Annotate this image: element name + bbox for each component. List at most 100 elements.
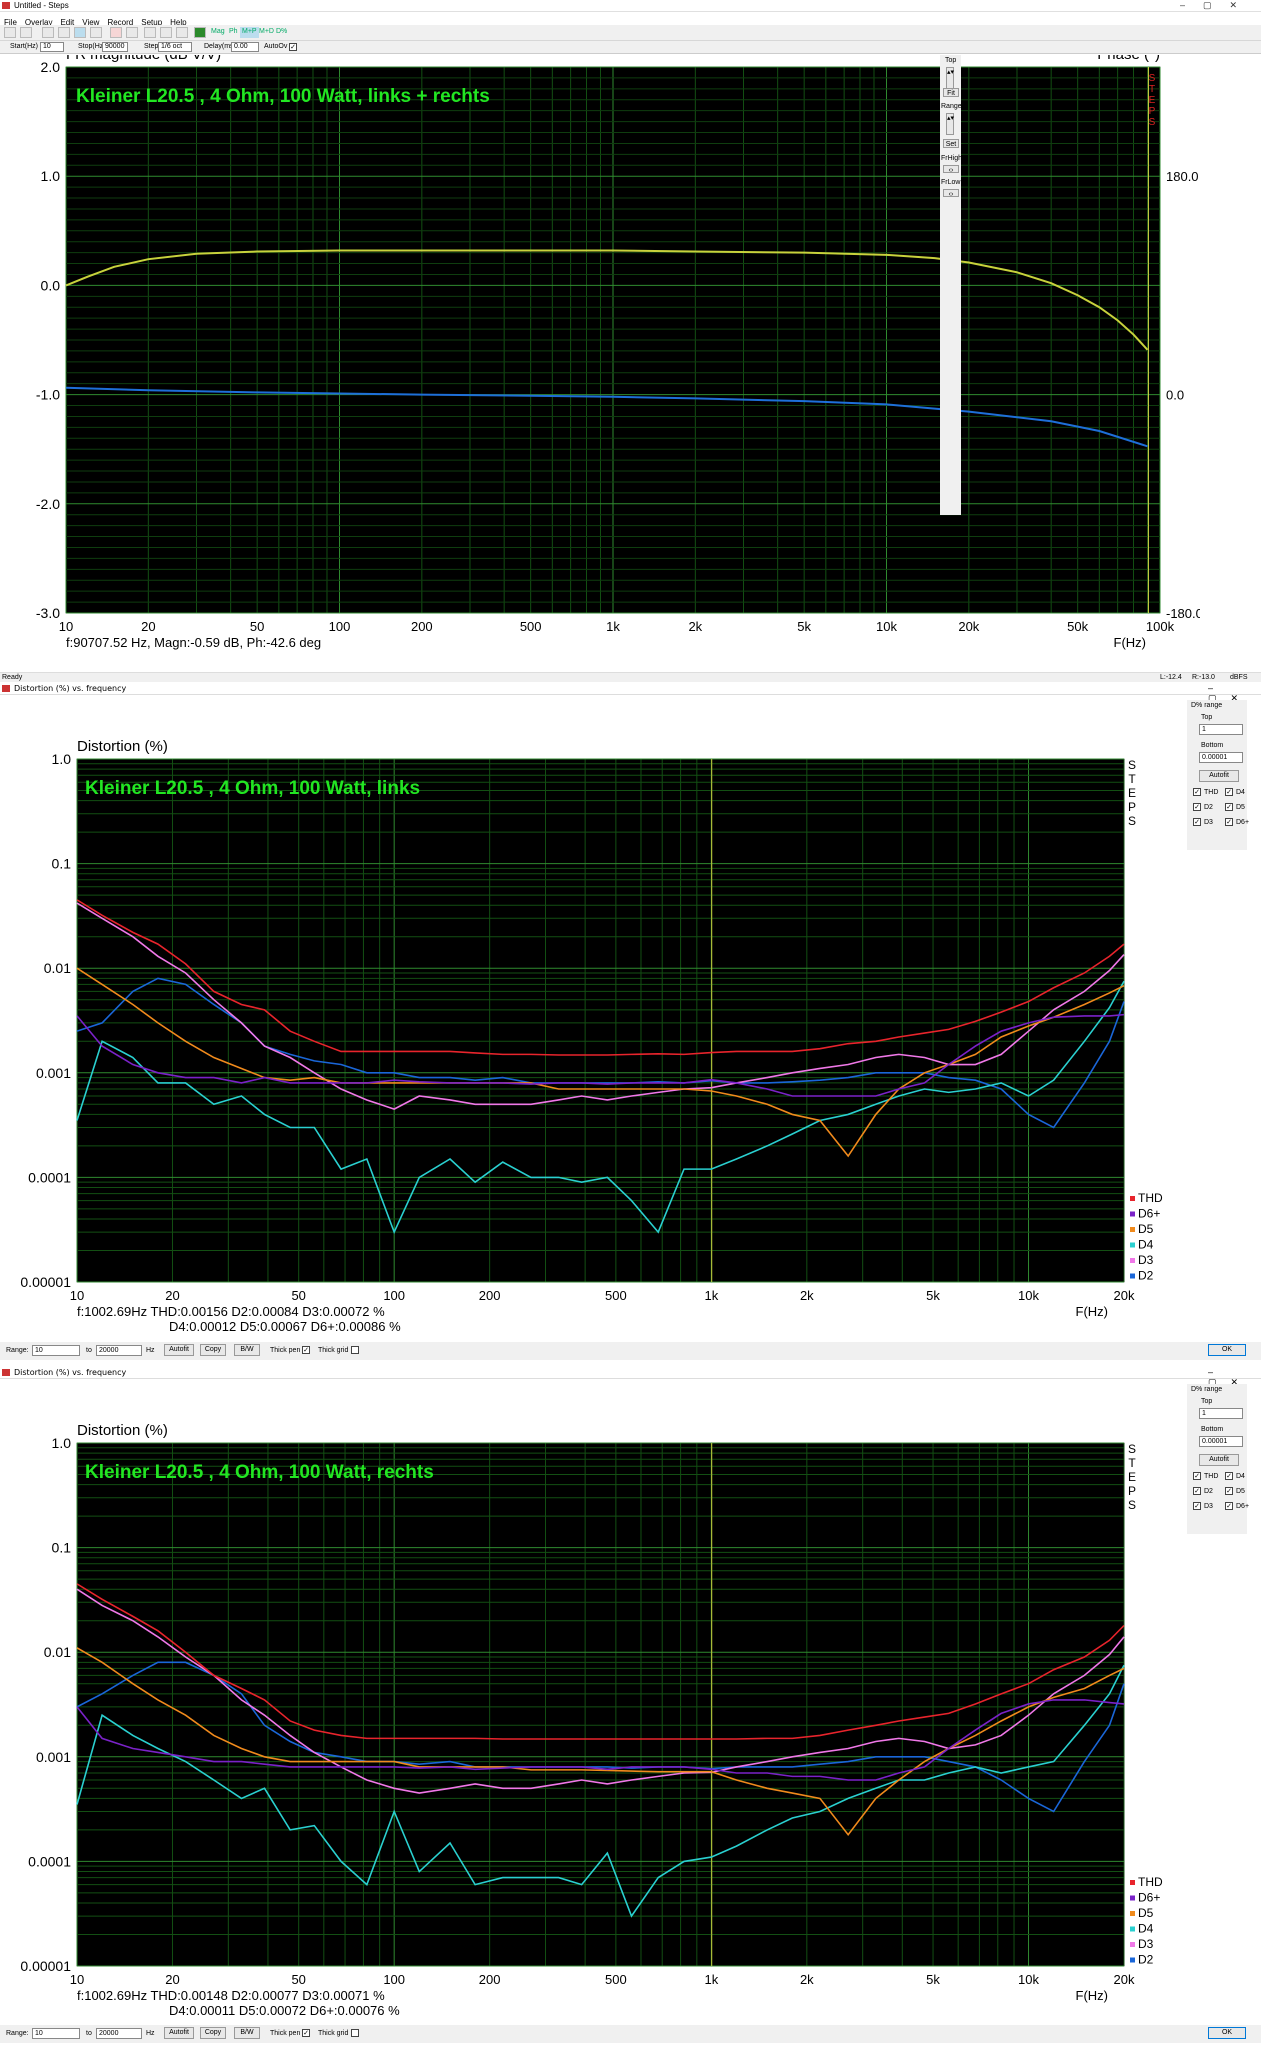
dist-left-check-d6plus-checkbox[interactable]: ✓ [1225, 818, 1233, 826]
dist-left-top-label: Top [1201, 714, 1213, 721]
mag-phase-button[interactable]: M+P [240, 27, 259, 38]
frhigh-spinner[interactable]: ‹› [943, 165, 959, 174]
dist-right-range-from-select[interactable]: 10 [32, 2028, 80, 2039]
cursor-icon[interactable] [58, 27, 70, 38]
dist-right-bw-button[interactable]: B/W [234, 2027, 260, 2039]
dist-right-range-to-select[interactable]: 20000 [96, 2028, 142, 2039]
fr-x-unit: F(Hz) [1114, 635, 1147, 650]
dist-right-x-tick-label: 500 [605, 1972, 627, 1987]
fr-cursor-readout: f:90707.52 Hz, Magn:-0.59 dB, Ph:-42.6 d… [66, 635, 321, 650]
dist-left-top-select[interactable]: 1 [1199, 724, 1243, 735]
dist-right-check-d3-checkbox[interactable]: ✓ [1193, 1502, 1201, 1510]
dist-right-x-tick-label: 10k [1018, 1972, 1039, 1987]
dist-left-ok-button[interactable]: OK [1208, 1344, 1246, 1356]
dist-left-range-to-select[interactable]: 20000 [96, 1345, 142, 1356]
dist-right-thickpen-checkbox[interactable]: ✓ [302, 2029, 310, 2037]
autoov-checkbox[interactable]: ✓ [289, 43, 297, 51]
top-spinner[interactable]: ▴▾ [946, 67, 954, 89]
frlow-spinner[interactable]: ‹› [943, 189, 959, 198]
dist-left-check-d5-checkbox[interactable]: ✓ [1225, 803, 1233, 811]
dist-right-check-d2-label: D2 [1204, 1488, 1213, 1495]
dist-right-x-tick-label: 20 [165, 1972, 179, 1987]
dist-left-legend-swatch [1130, 1242, 1135, 1248]
dist-right-copy-button[interactable]: Copy [200, 2027, 226, 2039]
main-window: Untitled - Steps –▢✕ File Overlay Edit View… [0, 0, 1261, 54]
dist-right-check-thd-checkbox[interactable]: ✓ [1193, 1472, 1201, 1480]
fr-phase-tick-label: 180.0 [1166, 169, 1199, 184]
open-icon[interactable] [4, 27, 16, 38]
stop-icon[interactable] [126, 27, 138, 38]
mag-button[interactable]: Mag [209, 27, 227, 38]
dist-left-bw-button[interactable]: B/W [234, 1344, 260, 1356]
mode-icon[interactable] [74, 27, 86, 38]
dist-left-chart: 1.0 0.1 0.01 0.001 0.0001 0.0000110 20 50 100 200… [20, 738, 1163, 1334]
play-icon[interactable] [110, 27, 122, 38]
dist-left-thickpen-checkbox[interactable]: ✓ [302, 1346, 310, 1354]
dist-left-y-tick-label: 0.00001 [20, 1274, 71, 1290]
dist-left-autofit-button[interactable]: Autofit [1199, 770, 1239, 782]
dist-right-title-bar: Distortion (%) vs. frequency –▢✕ [0, 1367, 1261, 1387]
dist-left-check-d4-label: D4 [1236, 789, 1245, 796]
dist-percent-button[interactable]: D% [274, 27, 289, 38]
frlow-label: FrLow [941, 179, 961, 186]
stop-input[interactable]: 90000 [102, 42, 128, 52]
dist-left-thickgrid-checkbox[interactable] [351, 1346, 359, 1354]
dist-right-thickgrid-label: Thick grid [318, 2030, 349, 2037]
sweep-icon[interactable] [160, 27, 172, 38]
new-overlay-icon[interactable] [42, 27, 54, 38]
generator-icon[interactable] [144, 27, 156, 38]
main-toolbar: Mag Ph M+P M+D D% [0, 25, 1261, 41]
level-unit: dBFS [1230, 674, 1248, 681]
dist-left-check-thd-label: THD [1204, 789, 1219, 796]
dist-right-check-d6plus-checkbox[interactable]: ✓ [1225, 1502, 1233, 1510]
dist-right-readout-line1: f:1002.69Hz THD:0.00148 D2:0.00077 D3:0.… [77, 1988, 385, 2003]
fr-steps-letter: E [1149, 95, 1156, 106]
window-controls[interactable]: –▢✕ [1180, 0, 1255, 11]
dist-left-check-d4-checkbox[interactable]: ✓ [1225, 788, 1233, 796]
dist-left-check-d3-checkbox[interactable]: ✓ [1193, 818, 1201, 826]
dist-right-y-tick-label: 1.0 [52, 1435, 72, 1451]
range-spinner[interactable]: ▴▾ [946, 113, 954, 135]
dist-left-autofit-button[interactable]: Autofit [164, 1344, 194, 1356]
scope-icon[interactable] [176, 27, 188, 38]
dist-right-thickpen-label: Thick pen [270, 2030, 301, 2037]
dist-left-x-tick-label: 1k [704, 1288, 718, 1303]
dist-right-ok-button[interactable]: OK [1208, 2027, 1246, 2039]
delay-input[interactable]: 0.00 [231, 42, 259, 52]
dist-right-x-tick-label: 200 [479, 1972, 501, 1987]
dist-right-x-tick-label: 50 [291, 1972, 305, 1987]
dist-left-range-from-select[interactable]: 10 [32, 1345, 80, 1356]
dist-right-check-d2-checkbox[interactable]: ✓ [1193, 1487, 1201, 1495]
dist-right-legend-label: THD [1138, 1875, 1163, 1889]
dist-left-check-d3-label: D3 [1204, 819, 1213, 826]
dist-left-bottom-select[interactable]: 0.00001 [1199, 752, 1243, 763]
fr-x-tick-label: 50k [1067, 619, 1088, 634]
dist-right-range-title: D% range [1191, 1386, 1223, 1393]
fit-button[interactable]: Fit [943, 88, 959, 97]
dist-right-hz-label: Hz [146, 2030, 155, 2037]
dist-right-thickgrid-checkbox[interactable] [351, 2029, 359, 2037]
dist-right-top-select[interactable]: 1 [1199, 1408, 1243, 1419]
level-icon[interactable] [194, 27, 206, 38]
step-select[interactable]: 1/6 oct [158, 42, 192, 52]
save-icon[interactable] [20, 27, 32, 38]
dist-right-check-d4-checkbox[interactable]: ✓ [1225, 1472, 1233, 1480]
start-input[interactable]: 10 [40, 42, 64, 52]
dist-left-window-title: Distortion (%) vs. frequency [14, 684, 127, 693]
grid-icon[interactable] [90, 27, 102, 38]
dist-right-bottom-select[interactable]: 0.00001 [1199, 1436, 1243, 1447]
dist-left-plot-area [76, 758, 1125, 1283]
dist-left-steps-letter: E [1128, 786, 1136, 800]
dist-left-check-d2-checkbox[interactable]: ✓ [1193, 803, 1201, 811]
phase-button[interactable]: Ph [227, 27, 240, 38]
dist-right-autofit-button[interactable]: Autofit [164, 2027, 194, 2039]
fr-chart: 2.0 1.0 0.0 -1.0 -2.0 -3.010 20 50 100 200 500 1k 2k… [36, 55, 1200, 650]
dist-right-check-d6plus-label: D6+ [1236, 1503, 1250, 1510]
set-button[interactable]: Set [943, 139, 959, 148]
dist-right-check-d5-checkbox[interactable]: ✓ [1225, 1487, 1233, 1495]
fr-steps-letter: P [1149, 106, 1156, 117]
dist-right-autofit-button[interactable]: Autofit [1199, 1454, 1239, 1466]
dist-left-check-thd-checkbox[interactable]: ✓ [1193, 788, 1201, 796]
dist-right-check-d4-label: D4 [1236, 1473, 1245, 1480]
dist-left-copy-button[interactable]: Copy [200, 1344, 226, 1356]
